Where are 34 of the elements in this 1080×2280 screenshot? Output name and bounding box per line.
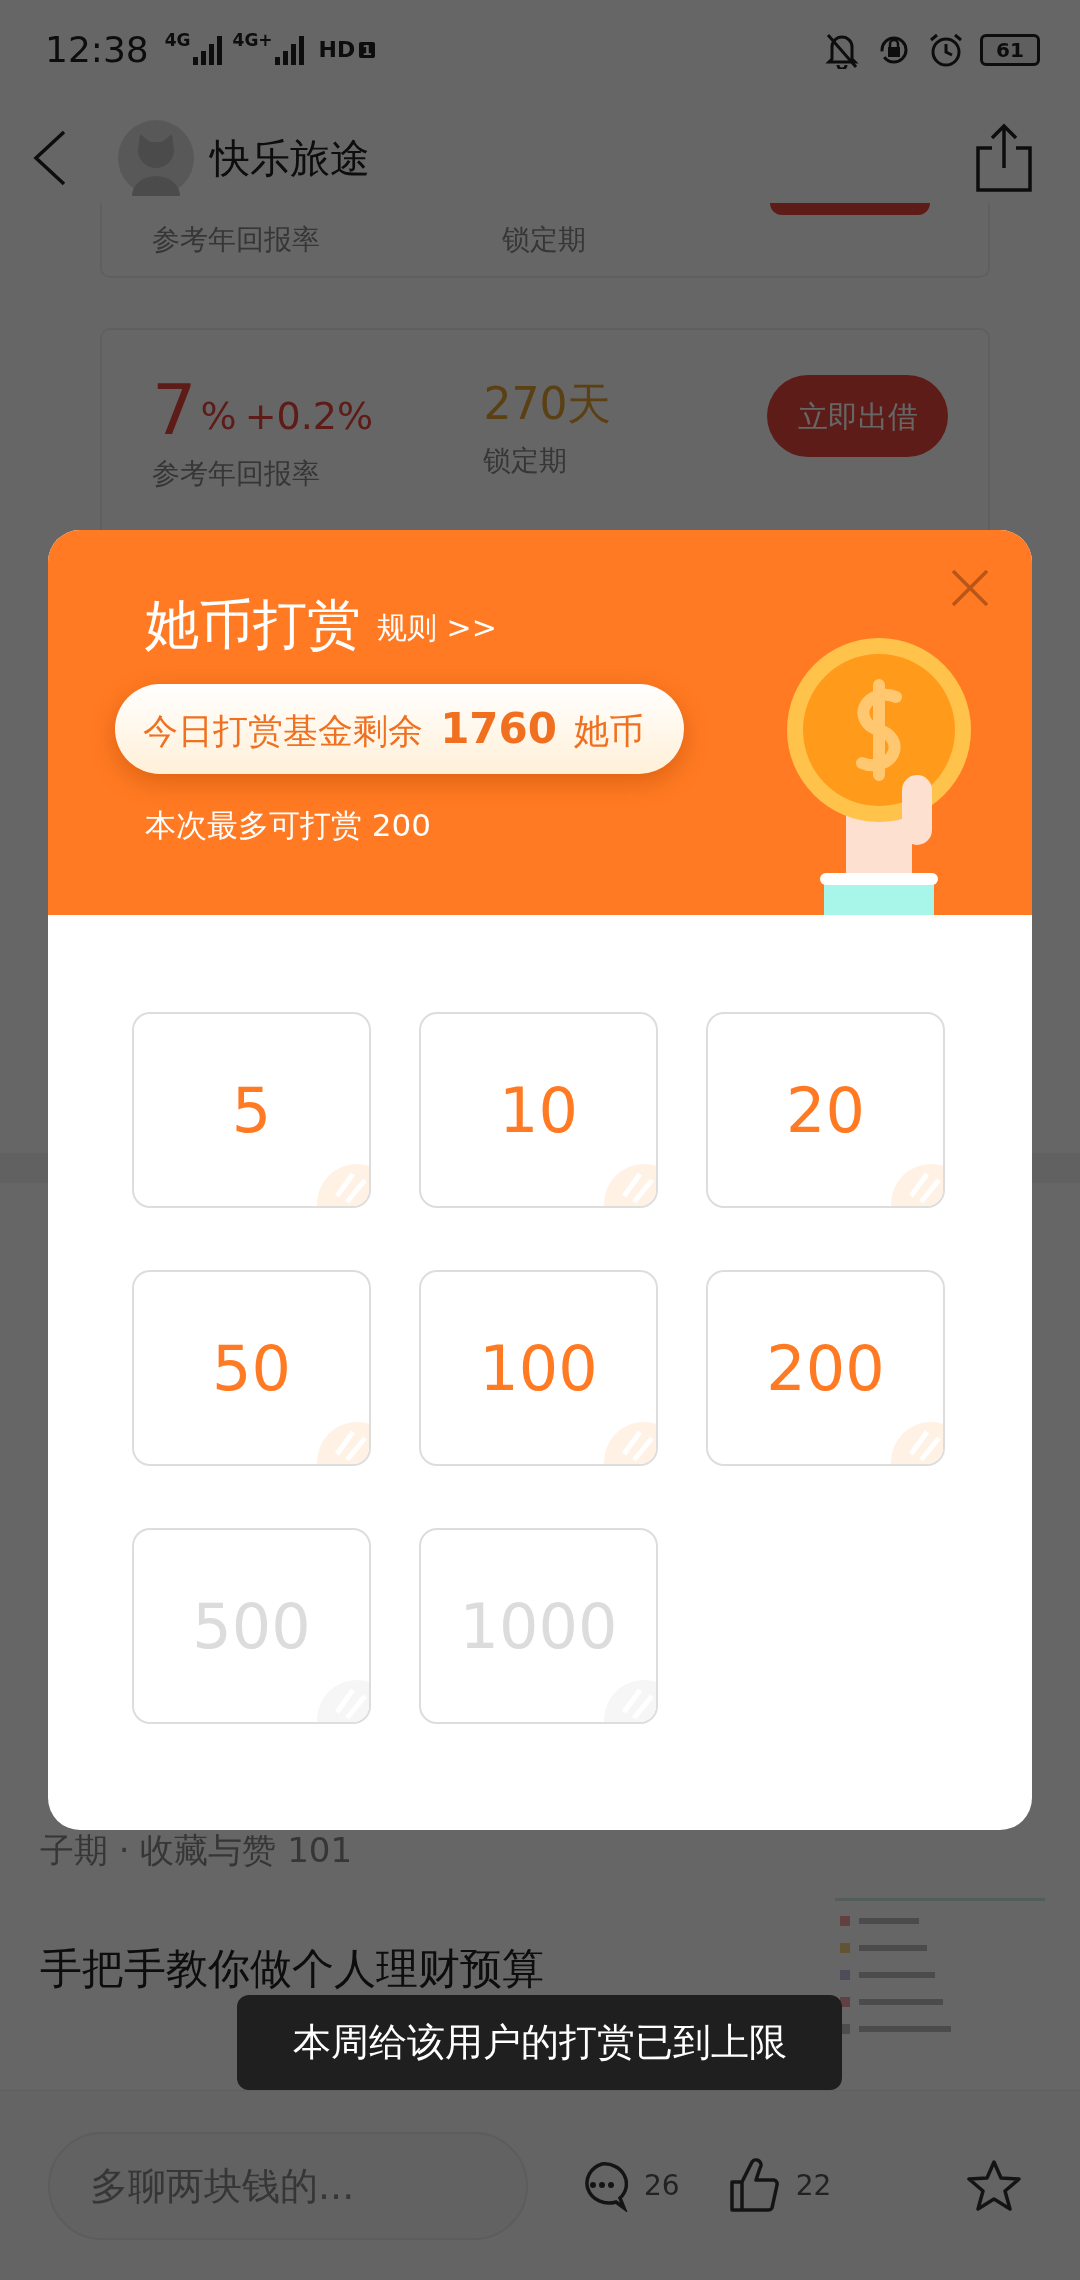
dialog-title: 她币打赏 [145, 595, 361, 655]
alarm-icon [928, 32, 964, 68]
comment-count: 26 [644, 2167, 680, 2204]
signal-icon [272, 33, 307, 67]
amount-button[interactable]: 100 [419, 1270, 658, 1466]
network-label: 4G+ [232, 32, 273, 49]
amount-button[interactable]: 10 [419, 1012, 658, 1208]
like-count: 22 [795, 2167, 832, 2204]
rate-bonus: +0.2% [244, 393, 374, 440]
limit-toast: 本周给该用户的打赏已到上限 [237, 1995, 842, 2090]
status-time: 12:38 [45, 28, 149, 72]
network-label: 4G [164, 32, 191, 49]
share-icon[interactable] [974, 121, 1034, 194]
lend-button[interactable] [770, 203, 930, 215]
hd-label: HD [318, 39, 356, 61]
mute-icon [824, 31, 860, 69]
lend-button[interactable]: 立即出借 [767, 375, 948, 457]
amount-button[interactable]: 50 [132, 1270, 371, 1466]
rate-value: 7 [152, 375, 197, 445]
thumbs-up-icon[interactable] [727, 2157, 780, 2214]
sim-label: 1 [359, 42, 375, 58]
amount-button[interactable]: 20 [706, 1012, 945, 1208]
signal-icon [190, 33, 225, 67]
user-name: 快乐旅途 [210, 133, 370, 183]
close-icon[interactable] [950, 568, 990, 608]
amount-button[interactable]: 5 [132, 1012, 371, 1208]
battery-level: 61 [980, 34, 1040, 66]
amount-button[interactable]: 200 [706, 1270, 945, 1466]
max-reward-note: 本次最多可打赏 200 [144, 806, 433, 846]
star-icon[interactable] [966, 2158, 1022, 2213]
fund-balance: 今日打赏基金剩余 1760 她币 [115, 684, 685, 775]
period-value: 270天 [483, 377, 613, 431]
rate-unit: % [200, 393, 237, 440]
rules-link[interactable]: 规则 >> [377, 605, 497, 651]
